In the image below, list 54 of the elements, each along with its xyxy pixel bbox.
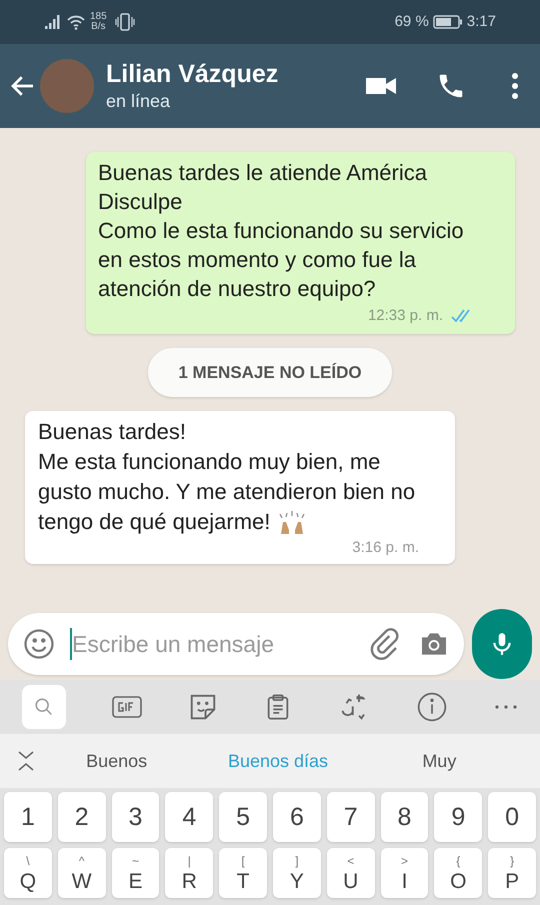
battery-percent: 69 % — [394, 12, 429, 32]
search-icon — [33, 696, 55, 718]
more-icon[interactable] — [494, 703, 518, 711]
emoji-icon[interactable] — [22, 627, 56, 661]
microphone-button[interactable] — [472, 609, 532, 679]
battery-icon — [432, 15, 463, 29]
message-text: Buenas tardes le atiende América — [98, 159, 428, 187]
message-composer[interactable]: Escribe un mensaje — [8, 613, 464, 675]
keyboard-key[interactable]: { O — [434, 848, 482, 898]
more-options-icon[interactable] — [510, 72, 520, 100]
keyboard-key[interactable]: 8 — [380, 792, 428, 842]
keyboard-key[interactable]: ~ E — [112, 848, 160, 898]
keyboard-key[interactable]: \ Q — [4, 848, 52, 898]
network-speed-unit: B/s — [91, 22, 106, 32]
keyboard-key[interactable]: 0 — [488, 792, 536, 842]
paperclip-icon[interactable] — [368, 628, 400, 660]
info-icon[interactable] — [416, 691, 448, 723]
message-text: Me esta funcionando muy bien, me gusto mucho. Y me atendieron bien no tengo de qué quejarme! — [38, 447, 419, 537]
gif-icon[interactable] — [112, 695, 142, 719]
word-suggestion[interactable]: Buenos — [36, 748, 198, 774]
keyboard-key[interactable]: ^ W — [58, 848, 106, 898]
keyboard-key[interactable]: ] Y — [272, 848, 321, 898]
keyboard-key[interactable]: [ T — [219, 848, 267, 898]
contact-name: Lilian Vázquez — [106, 59, 280, 89]
keyboard-key[interactable]: 5 — [219, 792, 267, 842]
keyboard-key[interactable]: > I — [380, 848, 428, 898]
keyboard-key[interactable]: 4 — [165, 792, 214, 842]
keyboard-key[interactable]: 2 — [58, 792, 106, 842]
network-speed-value: 185 — [90, 12, 107, 22]
keyboard-key[interactable]: 3 — [112, 792, 160, 842]
message-text: Disculpe — [98, 188, 184, 216]
unread-messages-banner: 1 MENSAJE NO LEÍDO — [148, 348, 392, 397]
keyboard-key[interactable]: 7 — [326, 792, 375, 842]
word-suggestion[interactable]: Muy — [358, 748, 520, 774]
sticker-icon[interactable] — [188, 692, 218, 722]
message-time: 3:16 p. m. — [352, 538, 419, 558]
keyboard-key[interactable]: < U — [326, 848, 375, 898]
wifi-icon — [66, 14, 86, 30]
keyboard-key[interactable]: 9 — [434, 792, 482, 842]
message-time: 12:33 p. m. — [368, 306, 443, 326]
message-text: Buenas tardes! — [38, 418, 187, 446]
keyboard-key[interactable]: } P — [488, 848, 536, 898]
contact-status: en línea — [106, 90, 172, 113]
message-input-field[interactable]: Escribe un mensaje — [72, 626, 368, 662]
vibrate-icon — [114, 13, 135, 31]
keyboard-key[interactable]: | R — [165, 848, 214, 898]
keyboard-key[interactable]: 6 — [272, 792, 321, 842]
raised-hands-icon — [278, 510, 306, 536]
message-text: Como le esta funcionando su servicio en estos momento y como fue la atención de nuestro equipo? — [98, 217, 465, 303]
keyboard-key[interactable]: 1 — [4, 792, 52, 842]
signal-icon — [44, 14, 62, 30]
collapse-icon[interactable] — [16, 749, 36, 773]
clock-time: 3:17 — [466, 12, 496, 32]
keyboard-search-button[interactable] — [22, 685, 66, 729]
